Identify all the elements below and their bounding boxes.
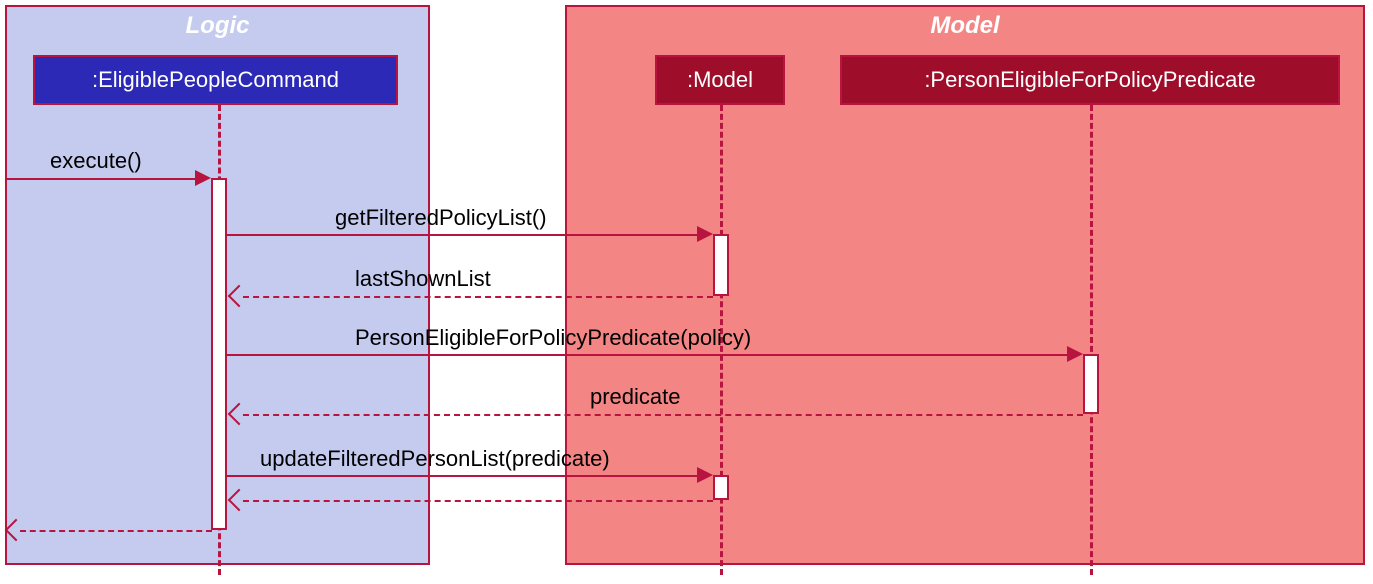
- activation-eligible: [211, 178, 227, 530]
- lifeline-predicate: [1090, 105, 1093, 575]
- participant-predicate-label: :PersonEligibleForPolicyPredicate: [924, 67, 1255, 92]
- arrowhead-execute: [195, 170, 211, 186]
- frame-model-label: Model: [930, 12, 999, 40]
- activation-model-update: [713, 475, 729, 500]
- arrow-getfiltered: [227, 234, 697, 236]
- msg-execute: execute(): [50, 148, 142, 174]
- activation-predicate: [1083, 354, 1099, 414]
- msg-updatefiltered: updateFilteredPersonList(predicate): [260, 446, 610, 472]
- msg-lastshown: lastShownList: [355, 266, 491, 292]
- arrow-predicate-ret: [243, 414, 1083, 416]
- arrow-execute-return: [20, 530, 212, 532]
- arrow-personeligible: [227, 354, 1067, 356]
- participant-eligible-people-command: :EligiblePeopleCommand: [33, 55, 398, 105]
- arrow-execute: [5, 178, 195, 180]
- arrow-updatefiltered-return: [243, 500, 713, 502]
- participant-model-label: :Model: [687, 67, 753, 92]
- participant-model: :Model: [655, 55, 785, 105]
- participant-eligible-label: :EligiblePeopleCommand: [92, 67, 339, 92]
- msg-predicate-ret: predicate: [590, 384, 681, 410]
- activation-model-getfiltered: [713, 234, 729, 296]
- arrow-updatefiltered: [227, 475, 697, 477]
- arrowhead-updatefiltered: [697, 467, 713, 483]
- arrowhead-personeligible: [1067, 346, 1083, 362]
- participant-predicate: :PersonEligibleForPolicyPredicate: [840, 55, 1340, 105]
- arrowhead-getfiltered: [697, 226, 713, 242]
- msg-getfiltered: getFilteredPolicyList(): [335, 205, 547, 231]
- frame-logic-label: Logic: [186, 12, 250, 40]
- arrow-lastshown: [243, 296, 713, 298]
- msg-personeligible: PersonEligibleForPolicyPredicate(policy): [355, 325, 751, 351]
